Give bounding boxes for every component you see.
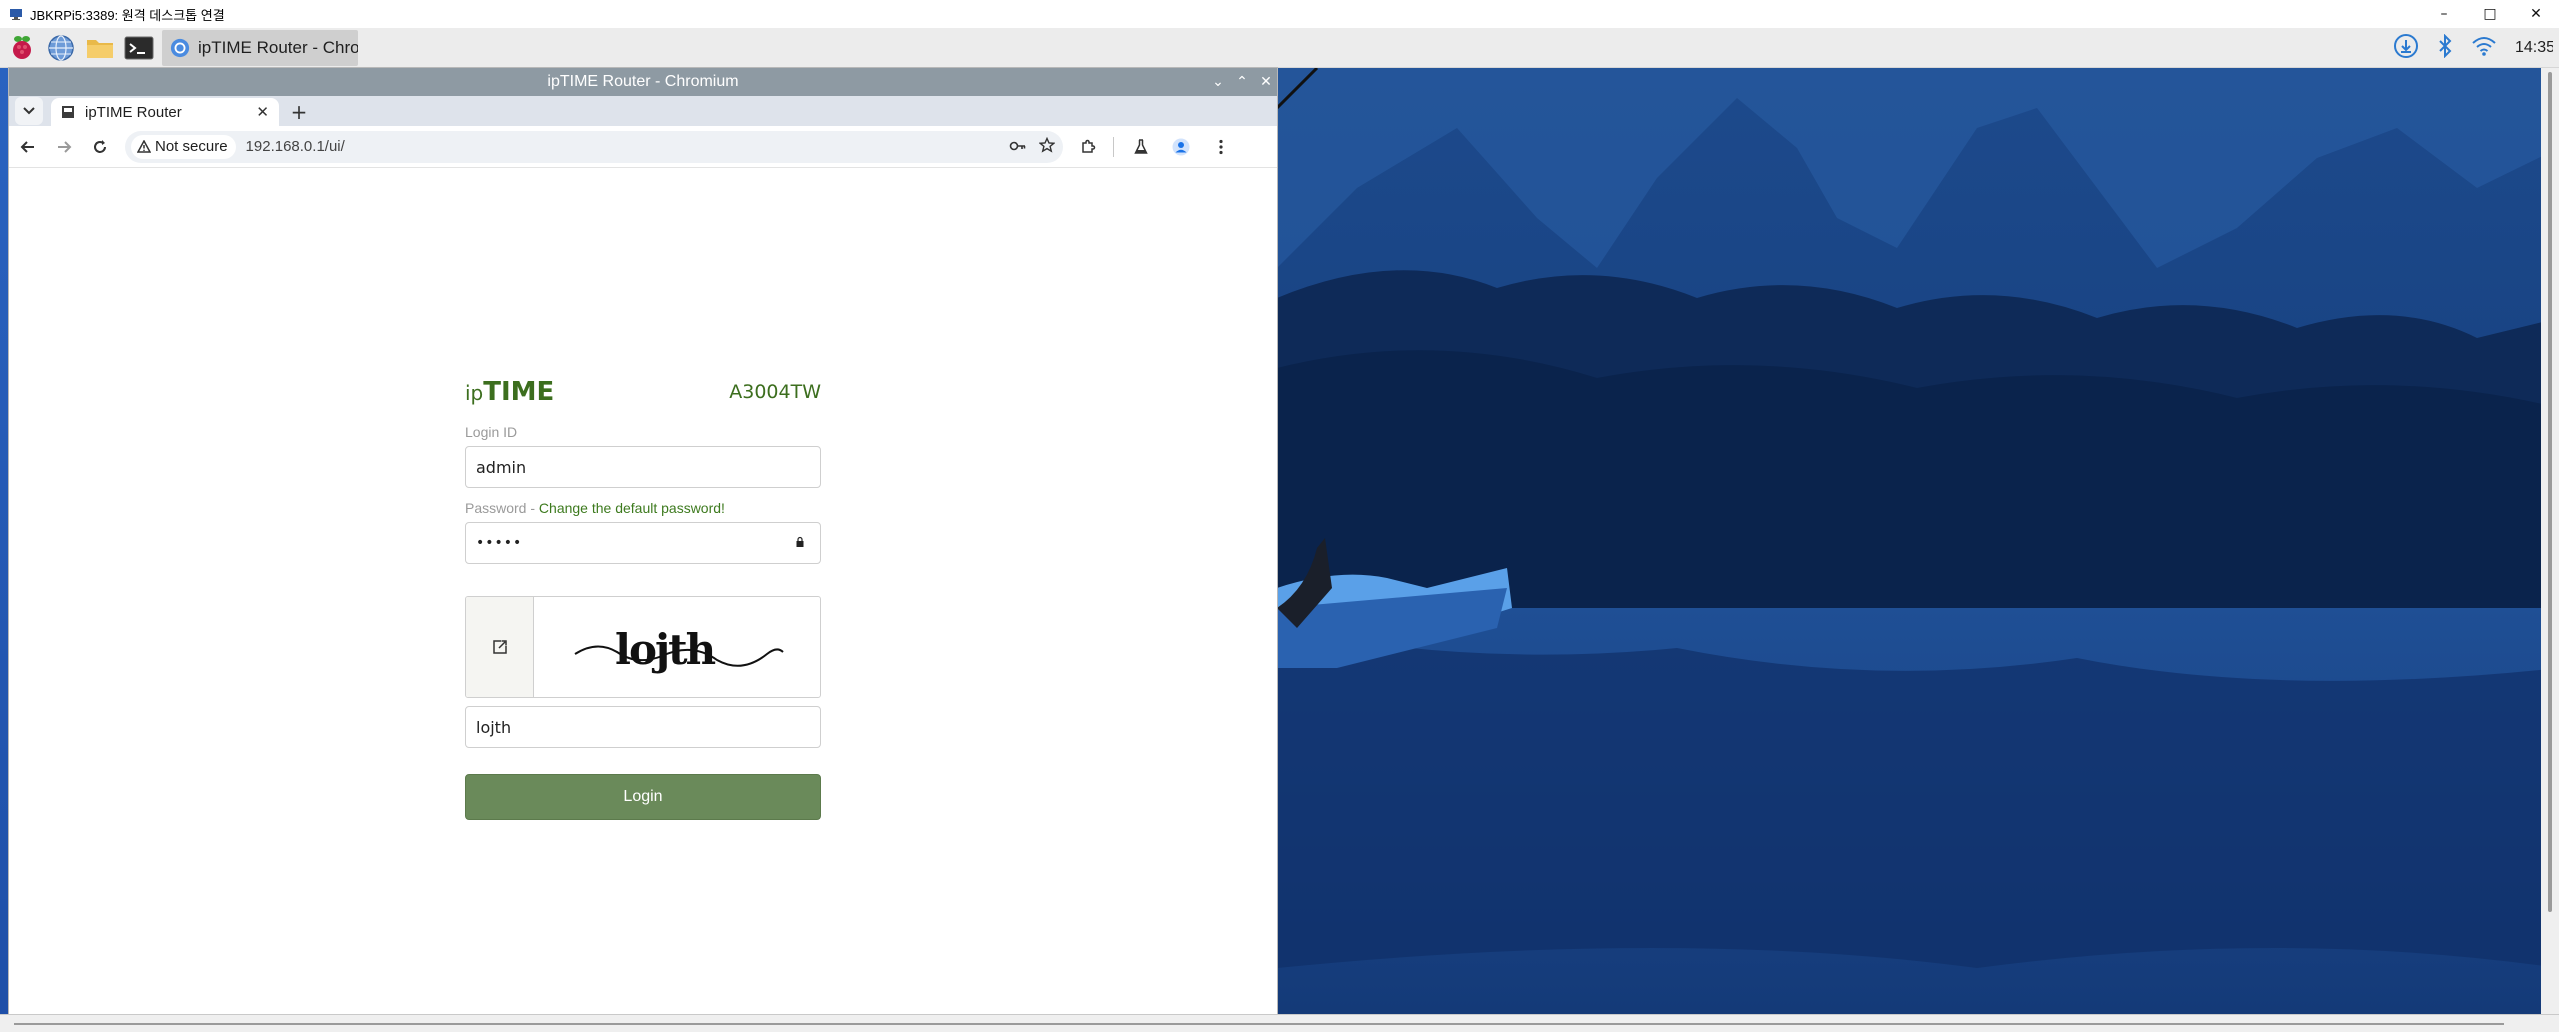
download-icon[interactable] [2393, 33, 2419, 63]
model-name: A3004TW [729, 381, 821, 403]
address-bar[interactable]: Not secure 192.168.0.1/ui/ [125, 130, 1063, 163]
password-warning: Change the default password! [538, 500, 725, 516]
flask-icon [1134, 138, 1148, 154]
tab-iptime-router[interactable]: ipTIME Router ✕ [51, 98, 279, 126]
refresh-icon [492, 640, 507, 654]
bookmark-star-icon[interactable] [1038, 136, 1056, 157]
back-arrow-icon [20, 140, 34, 153]
login-id-input[interactable]: admin [465, 446, 821, 488]
taskbar-chromium-task[interactable]: ipTIME Router - Chro... [162, 29, 358, 66]
rdp-vertical-scroll-thumb[interactable] [2548, 72, 2552, 912]
bluetooth-icon[interactable] [2437, 33, 2453, 62]
kebab-menu-icon [1219, 139, 1223, 154]
desktop-edge [0, 68, 9, 1014]
chromium-window-title: ipTIME Router - Chromium [547, 73, 739, 90]
desktop-wallpaper [1277, 68, 2559, 1014]
login-button[interactable]: Login [465, 774, 821, 820]
reload-icon [94, 139, 106, 153]
captcha-input-value: lojth [476, 717, 512, 737]
password-label-prefix: Password - [465, 500, 539, 516]
avatar-icon [1172, 138, 1190, 155]
password-input[interactable]: ••••• [465, 522, 821, 564]
forward-arrow-icon [58, 140, 72, 153]
folder-icon[interactable] [83, 31, 117, 65]
remote-desktop-icon [8, 6, 24, 22]
captcha-image: lojth [534, 597, 820, 697]
brand-row: ip TIME A3004TW [465, 377, 821, 407]
browser-toolbar: Not secure 192.168.0.1/ui/ [9, 126, 1277, 168]
wifi-icon[interactable] [2471, 35, 2497, 61]
rdp-minimize-button[interactable]: – [2421, 0, 2467, 28]
captcha-refresh-button[interactable] [466, 597, 534, 697]
tab-strip: ipTIME Router ✕ + [9, 96, 1277, 126]
extensions-button[interactable] [1071, 130, 1105, 164]
security-label: Not secure [155, 138, 228, 155]
chromium-window: ipTIME Router - Chromium ⌄ ⌃ ✕ ipTIME Ro… [9, 68, 1277, 1014]
forward-button[interactable] [47, 130, 81, 164]
chromium-titlebar[interactable]: ipTIME Router - Chromium ⌄ ⌃ ✕ [9, 68, 1277, 96]
captcha-box: lojth [465, 596, 821, 698]
terminal-icon[interactable] [122, 31, 156, 65]
security-chip[interactable]: Not secure [131, 134, 236, 159]
chromium-icon [170, 38, 190, 57]
password-label: Password - Change the default password! [465, 500, 821, 516]
favicon-icon [62, 106, 74, 118]
rdp-close-button[interactable]: ✕ [2513, 0, 2559, 28]
captcha-input[interactable]: lojth [465, 706, 821, 748]
rdp-title-bar: JBKRPi5:3389: 원격 데스크톱 연결 – □ ✕ [0, 0, 2559, 28]
window-collapse-button[interactable]: ⌄ [1211, 74, 1225, 90]
back-button[interactable] [11, 130, 45, 164]
menu-button[interactable] [1204, 130, 1238, 164]
login-id-value: admin [476, 457, 527, 477]
new-tab-button[interactable]: + [285, 98, 313, 126]
login-id-label: Login ID [465, 424, 518, 440]
reload-button[interactable] [83, 130, 117, 164]
rdp-title: JBKRPi5:3389: 원격 데스크톱 연결 [30, 7, 225, 23]
rdp-horizontal-scroll-thumb[interactable] [14, 1023, 2504, 1025]
iptime-logo: ip TIME [465, 377, 554, 407]
tab-title: ipTIME Router [85, 103, 182, 121]
window-close-button[interactable]: ✕ [1259, 74, 1273, 90]
url-text[interactable]: 192.168.0.1/ui/ [246, 138, 345, 155]
lock-icon [796, 536, 804, 547]
puzzle-icon [1082, 139, 1096, 153]
labs-button[interactable] [1124, 130, 1158, 164]
globe-icon[interactable] [44, 31, 78, 65]
warning-icon [137, 140, 151, 153]
clock[interactable]: 14:35 [2515, 39, 2553, 57]
captcha-text: lojth [615, 625, 716, 674]
tab-close-icon[interactable]: ✕ [256, 103, 269, 121]
window-maximize-button[interactable]: ⌃ [1235, 74, 1249, 90]
logo-time: TIME [483, 377, 555, 407]
login-card: ip TIME A3004TW Login ID admin Password -… [465, 377, 821, 820]
page-content: ip TIME A3004TW Login ID admin Password -… [9, 168, 1277, 984]
chevron-down-icon [23, 107, 35, 115]
taskbar-task-label: ipTIME Router - Chro... [198, 37, 358, 57]
tab-search-button[interactable] [15, 97, 43, 125]
key-icon[interactable] [1009, 137, 1027, 156]
toolbar-separator [1113, 136, 1114, 157]
logo-ip: ip [465, 381, 484, 405]
password-value: ••••• [476, 535, 523, 551]
rdp-maximize-button[interactable]: □ [2467, 0, 2513, 28]
raspberry-icon[interactable] [5, 31, 39, 65]
taskbar: ipTIME Router - Chro... 14:35 [0, 28, 2559, 68]
profile-button[interactable] [1164, 130, 1198, 164]
